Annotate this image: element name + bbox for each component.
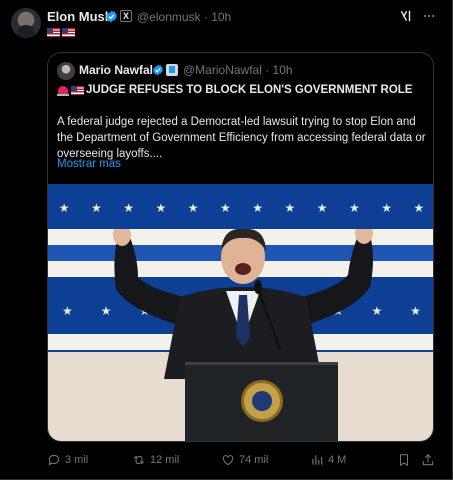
quote-body-text: A federal judge rejected a Democrat-led …: [57, 116, 426, 160]
views-icon: [312, 455, 323, 465]
us-flag-icon: [62, 28, 75, 37]
x-affiliation-icon: X: [120, 10, 132, 22]
quote-author-avatar: [57, 62, 75, 80]
repost-button[interactable]: 12 mil: [132, 452, 179, 468]
quote-headline: JUDGE REFUSES TO BLOCK ELON'S GOVERNMENT…: [57, 84, 412, 96]
speaker-figure: [113, 229, 373, 379]
repost-icon: [133, 455, 145, 465]
quoted-post[interactable]: Mario Nawfal @MarioNawfal · 10h JUDGE RE…: [47, 52, 434, 442]
stars-decoration: ★ ★ ★ ★ ★ ★ ★ ★ ★ ★ ★ ★: [58, 201, 425, 215]
quote-author-name: Mario Nawfal: [79, 63, 154, 77]
more-options-icon[interactable]: [422, 9, 436, 23]
bookmark-button[interactable]: [397, 452, 411, 468]
quote-photo[interactable]: ★★★★★★★★★★★★ ★★★★★★★★★★: [48, 184, 433, 441]
post-actions: 3 mil 12 mil 74 mil 4 M: [47, 452, 439, 468]
post[interactable]: Elon Musk X @elonmusk · 10h Mario Nawfal…: [0, 0, 453, 480]
like-button[interactable]: 74 mil: [221, 452, 268, 468]
quote-headline-text: JUDGE REFUSES TO BLOCK ELON'S GOVERNMENT…: [86, 84, 413, 96]
author-handle-time[interactable]: @elonmusk · 10h: [137, 10, 231, 24]
presidential-seal: [241, 380, 283, 422]
us-flag-icon: [71, 85, 84, 95]
bookmark-icon: [399, 454, 409, 467]
heart-icon: [222, 455, 234, 466]
repost-count: 12 mil: [150, 454, 180, 466]
verified-badge-icon: [106, 10, 117, 23]
share-icon: [422, 454, 434, 466]
views-count: 4 M: [328, 454, 347, 466]
reply-icon: [48, 454, 60, 466]
reply-count: 3 mil: [65, 454, 89, 466]
show-more-link[interactable]: Mostrar más: [57, 158, 121, 170]
affiliation-badge-icon: [166, 64, 178, 76]
verified-badge-icon: [153, 64, 163, 76]
views-button[interactable]: 4 M: [310, 452, 346, 468]
author-name[interactable]: Elon Musk: [47, 9, 112, 24]
author-avatar[interactable]: [11, 8, 41, 38]
share-button[interactable]: [421, 452, 435, 468]
bio-flags: [47, 28, 75, 37]
siren-icon: [57, 85, 69, 96]
reply-button[interactable]: 3 mil: [47, 452, 88, 468]
grok-icon[interactable]: [399, 9, 413, 23]
podium: [185, 362, 338, 441]
us-flag-icon: [47, 28, 60, 37]
like-count: 74 mil: [239, 454, 269, 466]
quote-author-handle-time: @MarioNawfal · 10h: [183, 63, 293, 77]
